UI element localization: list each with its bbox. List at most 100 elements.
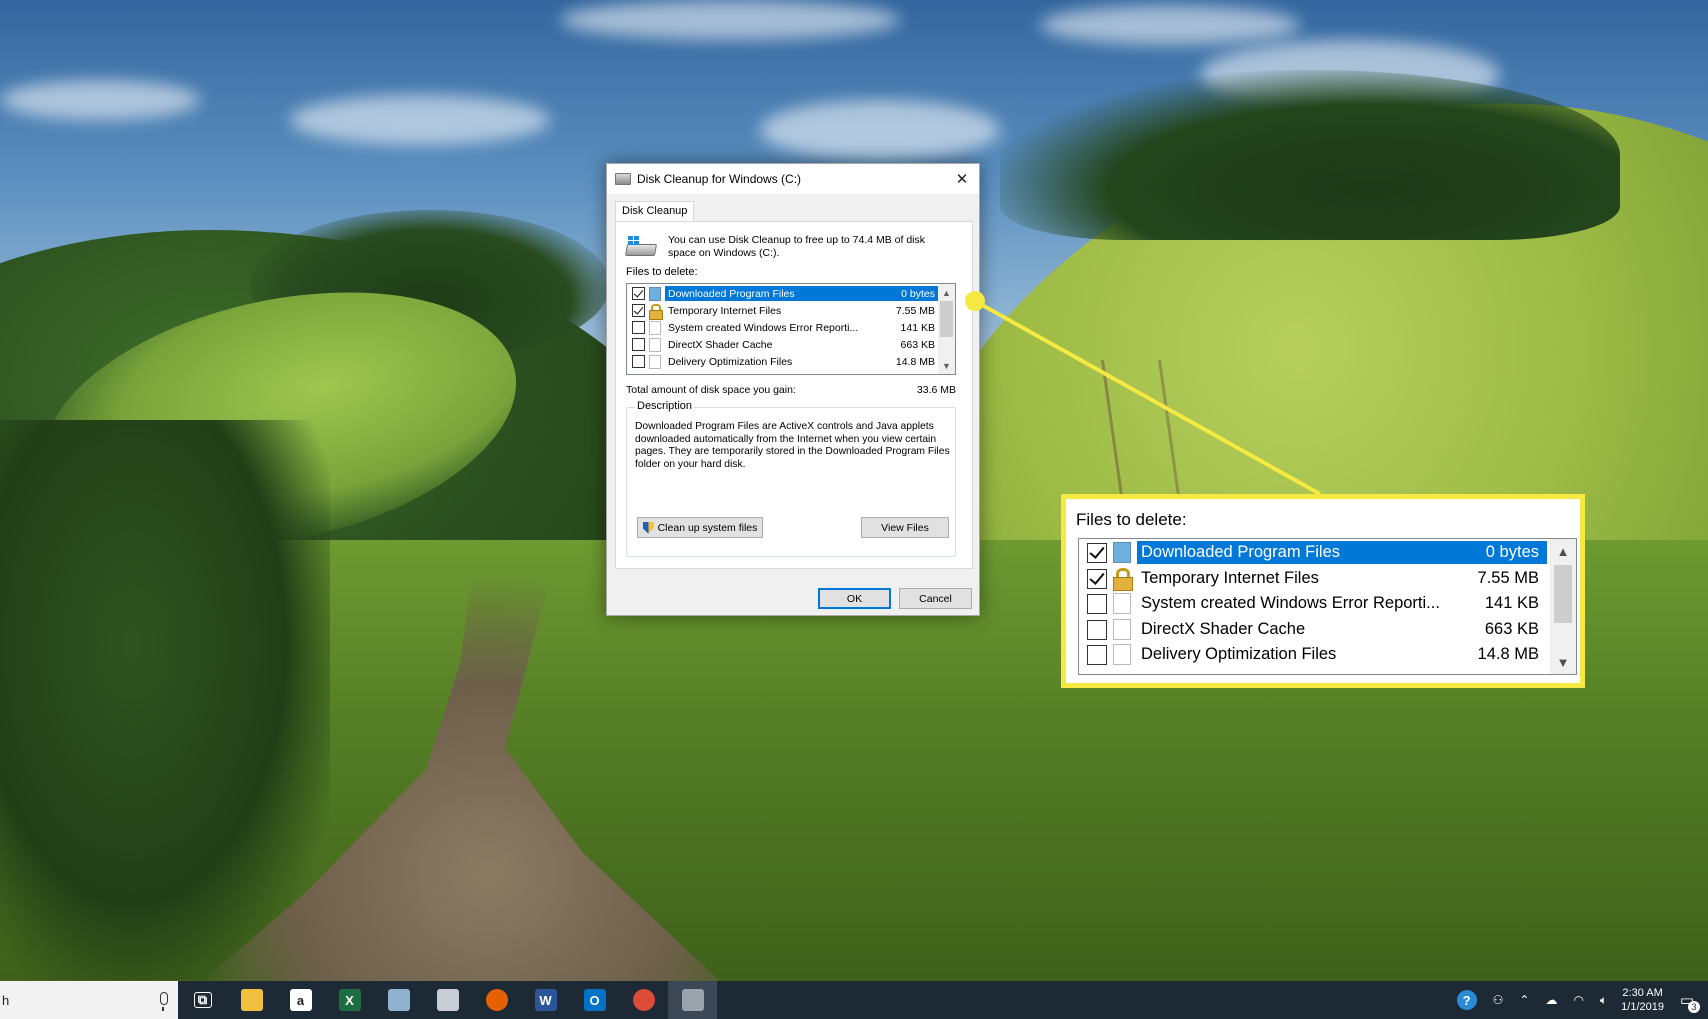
- close-button[interactable]: ✕: [945, 164, 979, 194]
- file-size: 7.55 MB: [1477, 569, 1539, 587]
- cancel-button[interactable]: Cancel: [899, 588, 972, 609]
- callout-files-label: Files to delete:: [1076, 510, 1187, 529]
- taskbar-button[interactable]: [374, 981, 423, 1019]
- outlook-icon: O: [583, 989, 606, 1011]
- scroll-down-icon[interactable]: ▼: [938, 357, 955, 374]
- system-tray: ? ⚇ ⌃ ☁ ◠ 🔈︎ 2:30 AM 1/1/2019 ▭ 3: [1449, 981, 1708, 1019]
- total-value: 33.6 MB: [916, 384, 956, 396]
- search-box[interactable]: h: [0, 981, 178, 1019]
- list-item: DirectX Shader Cache 663 KB: [1079, 617, 1547, 642]
- close-icon: ✕: [955, 171, 969, 188]
- excel-icon: X: [338, 989, 361, 1011]
- clean-up-system-files-button[interactable]: Clean up system files: [637, 517, 763, 538]
- drive-icon: [624, 236, 658, 258]
- intro-text: You can use Disk Cleanup to free up to 7…: [668, 234, 926, 259]
- total-row: Total amount of disk space you gain: 33.…: [626, 384, 956, 396]
- onedrive-icon[interactable]: ☁: [1545, 993, 1557, 1007]
- taskbar-button[interactable]: O: [570, 981, 619, 1019]
- description-text: Downloaded Program Files are ActiveX con…: [635, 421, 950, 470]
- taskbar-button[interactable]: [619, 981, 668, 1019]
- disk-cleanup-dialog: Disk Cleanup for Windows (C:) ✕ Disk Cle…: [606, 163, 980, 616]
- list-item[interactable]: Temporary Internet Files 7.55 MB: [627, 302, 939, 320]
- taskbar-button[interactable]: [423, 981, 472, 1019]
- list-item: Downloaded Program Files 0 bytes: [1079, 540, 1547, 565]
- folder-blue-icon: [1113, 542, 1131, 563]
- description-legend: Description: [635, 400, 695, 412]
- file-name: Temporary Internet Files: [668, 304, 782, 317]
- file-name: Downloaded Program Files: [668, 287, 795, 300]
- file-size: 663 KB: [900, 338, 935, 351]
- file-name: Delivery Optimization Files: [668, 355, 793, 368]
- folder-blue-icon: [649, 286, 661, 301]
- taskbar-button[interactable]: X: [325, 981, 374, 1019]
- list-item[interactable]: Downloaded Program Files 0 bytes: [627, 285, 939, 302]
- file-name: Delivery Optimization Files: [1141, 645, 1337, 663]
- taskbar-button[interactable]: [472, 981, 521, 1019]
- vertical-scrollbar[interactable]: ▲ ▼: [938, 284, 955, 374]
- checkbox: [1087, 542, 1107, 563]
- checkbox: [1087, 644, 1107, 665]
- tab-panel: You can use Disk Cleanup to free up to 7…: [615, 221, 973, 569]
- callout-dot: [965, 291, 985, 311]
- checkbox: [1087, 593, 1107, 614]
- scroll-down-icon: ▼: [1556, 654, 1570, 670]
- taskbar-button[interactable]: [668, 981, 717, 1019]
- intro: You can use Disk Cleanup to free up to 7…: [624, 234, 956, 260]
- file-name: System created Windows Error Reporti...: [668, 321, 859, 334]
- blank-file-icon: [649, 337, 661, 352]
- checkbox: [1087, 619, 1107, 640]
- checkbox[interactable]: [632, 287, 645, 300]
- view-files-button[interactable]: View Files: [861, 517, 949, 538]
- ok-button[interactable]: OK: [818, 588, 891, 609]
- checkbox[interactable]: [632, 304, 645, 317]
- clean-up-system-files-label: Clean up system files: [657, 521, 758, 534]
- file-name: DirectX Shader Cache: [1141, 620, 1306, 638]
- word-icon: W: [534, 989, 557, 1011]
- scroll-up-icon[interactable]: ▲: [938, 284, 955, 301]
- blank-file-icon: [1113, 644, 1131, 665]
- file-size: 0 bytes: [901, 287, 935, 300]
- help-icon[interactable]: ?: [1456, 990, 1477, 1010]
- file-size: 663 KB: [1484, 620, 1539, 638]
- file-name: Downloaded Program Files: [1141, 543, 1341, 561]
- taskbar-button[interactable]: [227, 981, 276, 1019]
- scroll-thumb[interactable]: [940, 301, 953, 337]
- taskbar-button[interactable]: a: [276, 981, 325, 1019]
- checkbox[interactable]: [632, 355, 645, 368]
- blank-file-icon: [1113, 619, 1131, 640]
- volume-icon[interactable]: 🔈︎: [1600, 993, 1607, 1008]
- taskbar-button[interactable]: W: [521, 981, 570, 1019]
- chrome-icon: [632, 989, 655, 1011]
- notes-app-icon: [387, 989, 410, 1011]
- dialog-titlebar[interactable]: Disk Cleanup for Windows (C:) ✕: [607, 164, 979, 194]
- list-item[interactable]: DirectX Shader Cache 663 KB: [627, 336, 939, 353]
- files-listbox[interactable]: Downloaded Program Files 0 bytes Tempora…: [626, 283, 956, 375]
- clock[interactable]: 2:30 AM 1/1/2019: [1621, 986, 1664, 1014]
- disk-cleanup-icon: [615, 173, 631, 185]
- callout-files-listbox: Downloaded Program Files 0 bytes Tempora…: [1078, 538, 1577, 675]
- checkbox[interactable]: [632, 321, 645, 334]
- microphone-icon[interactable]: [160, 992, 168, 1011]
- action-center-icon[interactable]: ▭ 3: [1674, 981, 1700, 1019]
- list-item: System created Windows Error Reporti... …: [1079, 591, 1547, 616]
- list-item: Delivery Optimization Files 14.8 MB: [1079, 642, 1547, 667]
- file-name: System created Windows Error Reporti...: [1141, 594, 1440, 612]
- list-item[interactable]: System created Windows Error Reporti... …: [627, 319, 939, 336]
- file-explorer-icon: [240, 989, 263, 1011]
- amazon-icon: a: [289, 989, 312, 1011]
- checkbox[interactable]: [632, 338, 645, 351]
- lock-icon: [649, 303, 663, 320]
- tab-disk-cleanup[interactable]: Disk Cleanup: [615, 201, 695, 222]
- wifi-icon[interactable]: ◠: [1573, 993, 1583, 1007]
- chevron-up-icon[interactable]: ⌃: [1519, 993, 1529, 1007]
- description-group: Description Downloaded Program Files are…: [626, 400, 956, 557]
- disk-cleanup-icon: [681, 989, 704, 1011]
- taskbar-button[interactable]: ⧉: [178, 981, 227, 1019]
- file-size: 14.8 MB: [895, 355, 935, 368]
- search-input[interactable]: h: [0, 993, 9, 1008]
- list-item[interactable]: Delivery Optimization Files 14.8 MB: [627, 353, 939, 370]
- people-icon[interactable]: ⚇: [1493, 993, 1504, 1007]
- file-size: 141 KB: [1484, 594, 1539, 612]
- file-name: DirectX Shader Cache: [668, 338, 773, 351]
- taskbar: h ⧉ a X W O ? ⚇ ⌃ ☁ ◠ 🔈︎ 2:30 AM 1/1/2019 ▭ 3: [0, 981, 1708, 1019]
